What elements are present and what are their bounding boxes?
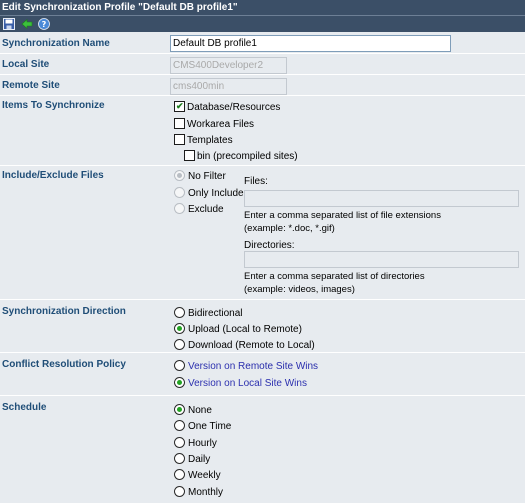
schedule-one-time-radio[interactable] xyxy=(174,420,185,431)
schedule-one-time-label: One Time xyxy=(188,421,232,432)
upload-radio[interactable] xyxy=(174,323,185,334)
files-example: (example: *.doc, *.gif) xyxy=(244,223,335,234)
bin-checkbox[interactable] xyxy=(184,150,195,161)
upload-label: Upload (Local to Remote) xyxy=(188,324,302,335)
form-area: Synchronization Name Default DB profile1… xyxy=(0,32,525,503)
schedule-label: Schedule xyxy=(2,402,47,413)
save-icon[interactable] xyxy=(3,18,15,30)
files-hint: Enter a comma separated list of file ext… xyxy=(244,210,441,221)
bidirectional-label: Bidirectional xyxy=(188,308,243,319)
remote-wins-label: Version on Remote Site Wins xyxy=(188,361,319,372)
directories-input xyxy=(244,251,519,268)
schedule-daily-radio[interactable] xyxy=(174,453,185,464)
remote-wins-radio[interactable] xyxy=(174,360,185,371)
templates-checkbox[interactable] xyxy=(174,134,185,145)
download-radio[interactable] xyxy=(174,339,185,350)
only-include-radio xyxy=(174,187,185,198)
directories-label: Directories: xyxy=(244,240,295,251)
templates-checkbox-label: Templates xyxy=(187,135,233,146)
directories-example: (example: videos, images) xyxy=(244,284,355,295)
exclude-label: Exclude xyxy=(188,204,224,215)
directories-hint: Enter a comma separated list of director… xyxy=(244,271,425,282)
local-wins-label: Version on Local Site Wins xyxy=(188,378,307,389)
bin-checkbox-label: bin (precompiled sites) xyxy=(197,151,298,162)
exclude-radio xyxy=(174,203,185,214)
no-filter-radio xyxy=(174,170,185,181)
back-arrow-icon[interactable] xyxy=(21,18,33,30)
no-filter-label: No Filter xyxy=(188,171,226,182)
schedule-weekly-radio[interactable] xyxy=(174,469,185,480)
schedule-hourly-radio[interactable] xyxy=(174,437,185,448)
schedule-hourly-label: Hourly xyxy=(188,438,217,449)
only-include-label: Only Include xyxy=(188,188,244,199)
local-site-label: Local Site xyxy=(2,59,50,70)
database-checkbox[interactable]: ✔ xyxy=(174,101,185,112)
schedule-weekly-label: Weekly xyxy=(188,470,221,481)
database-checkbox-label: Database/Resources xyxy=(187,102,281,113)
window-title: Edit Synchronization Profile "Default DB… xyxy=(0,0,525,15)
conflict-label: Conflict Resolution Policy xyxy=(2,359,126,370)
svg-text:?: ? xyxy=(42,20,47,29)
schedule-daily-label: Daily xyxy=(188,454,211,465)
workarea-checkbox-label: Workarea Files xyxy=(187,119,255,130)
schedule-monthly-label: Monthly xyxy=(188,487,224,498)
schedule-none-radio[interactable] xyxy=(174,404,185,415)
remote-site-label: Remote Site xyxy=(2,80,60,91)
schedule-monthly-radio[interactable] xyxy=(174,486,185,497)
download-label: Download (Remote to Local) xyxy=(188,340,315,351)
remote-site-field: cms400min xyxy=(170,78,287,95)
local-site-field: CMS400Developer2 xyxy=(170,57,287,74)
sync-name-input[interactable]: Default DB profile1 xyxy=(170,35,451,52)
schedule-none-label: None xyxy=(188,405,212,416)
local-wins-radio[interactable] xyxy=(174,377,185,388)
workarea-checkbox[interactable] xyxy=(174,118,185,129)
files-label: Files: xyxy=(244,176,268,187)
toolbar: ? xyxy=(0,15,525,32)
sync-name-label: Synchronization Name xyxy=(2,38,110,49)
files-input xyxy=(244,190,519,207)
bidirectional-radio[interactable] xyxy=(174,307,185,318)
direction-label: Synchronization Direction xyxy=(2,306,126,317)
help-icon[interactable]: ? xyxy=(38,18,50,30)
include-exclude-label: Include/Exclude Files xyxy=(2,170,104,181)
items-label: Items To Synchronize xyxy=(2,100,105,111)
